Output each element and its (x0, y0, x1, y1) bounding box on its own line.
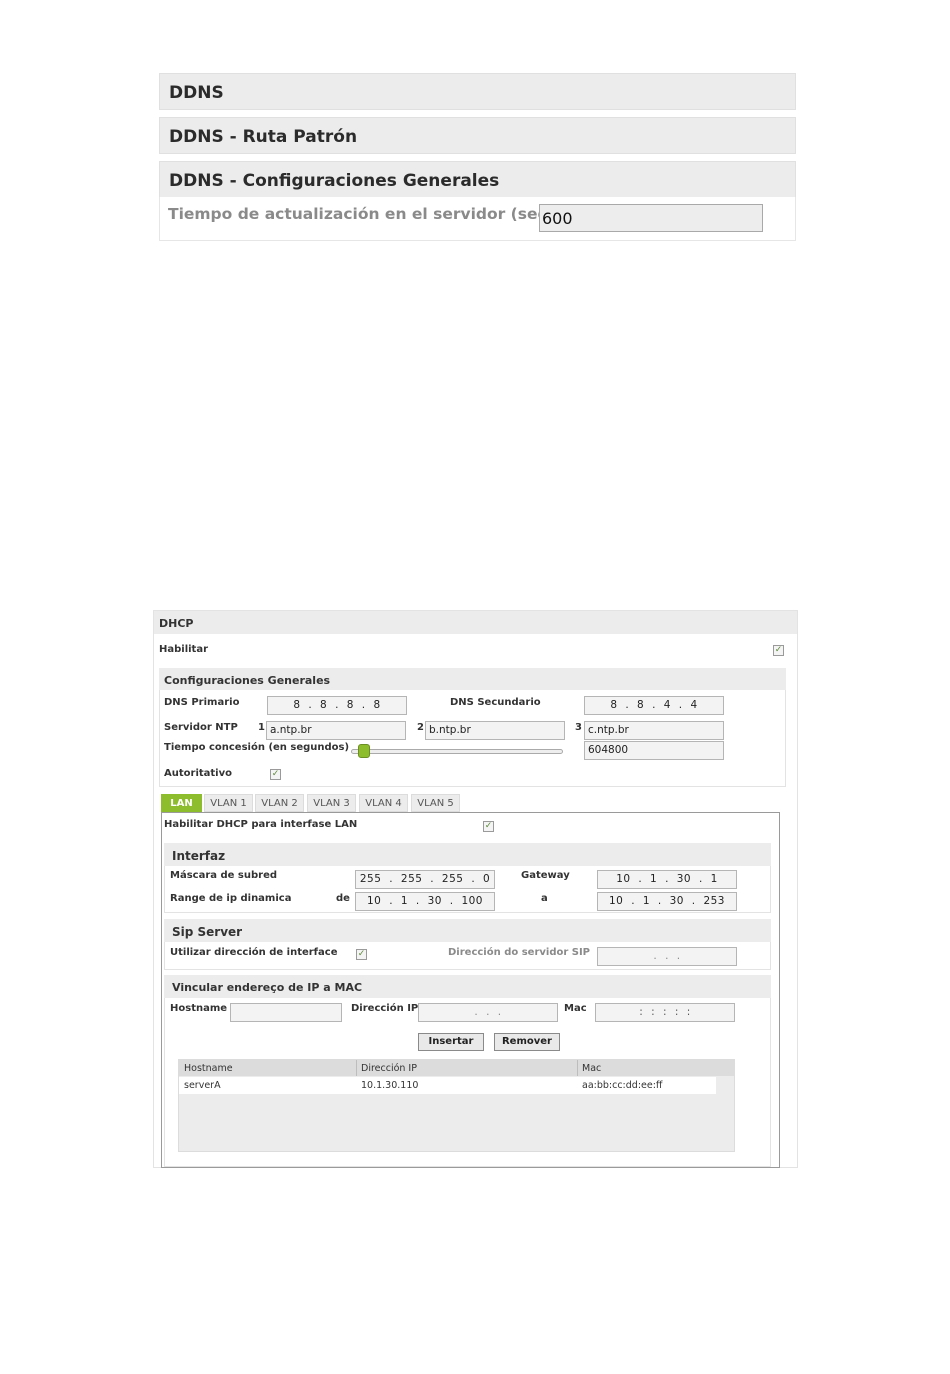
hostname-label: Hostname (170, 1003, 228, 1014)
subnet-mask-label: Máscara de subred (170, 870, 278, 881)
column-divider (356, 1060, 357, 1076)
insert-button[interactable]: Insertar (418, 1033, 484, 1051)
ddns-header[interactable]: DDNS (159, 73, 796, 110)
interface-header: Interfaz (164, 843, 771, 866)
ntp-server-2-input[interactable]: b.ntp.br (425, 721, 565, 740)
dhcp-enable-checkbox[interactable]: ✓ (773, 645, 784, 656)
subnet-mask-input[interactable]: 255 . 255 . 255 . 0 (355, 870, 495, 889)
dns-primary-label: DNS Primario (164, 697, 240, 708)
update-time-label: Tiempo de actualización en el servidor (… (168, 205, 556, 223)
dhcp-header: DHCP (154, 611, 797, 634)
authoritative-checkbox[interactable]: ✓ (270, 769, 281, 780)
sip-server-title: Sip Server (172, 925, 243, 939)
ip-mac-table: Hostname Dirección IP Mac serverA 10.1.3… (178, 1059, 735, 1152)
lan-dhcp-enable-label: Habilitar DHCP para interfase LAN (164, 819, 358, 830)
cell-hostname: serverA (184, 1080, 221, 1091)
interface-title: Interfaz (172, 849, 226, 863)
dns-primary-input[interactable]: 8 . 8 . 8 . 8 (267, 696, 407, 715)
range-from-label: de (336, 893, 350, 904)
dhcp-title: DHCP (159, 617, 194, 630)
dhcp-panel: DHCP Habilitar ✓ Configuraciones General… (153, 610, 798, 1168)
tab-lan[interactable]: LAN (161, 794, 202, 812)
lan-dhcp-enable-checkbox[interactable]: ✓ (483, 821, 494, 832)
table-header: Hostname Dirección IP Mac (179, 1060, 734, 1076)
bind-ip-label: Dirección IP (351, 1003, 419, 1014)
sip-address-input[interactable]: . . . (597, 947, 737, 966)
lease-time-input[interactable]: 604800 (584, 741, 724, 760)
tab-vlan-1[interactable]: VLAN 1 (204, 794, 253, 812)
ip-mac-bind-title: Vincular endereço de IP a MAC (172, 981, 363, 994)
lease-slider-handle[interactable] (358, 744, 370, 758)
dhcp-enable-label: Habilitar (159, 644, 209, 655)
bind-ip-input[interactable]: . . . (418, 1003, 558, 1022)
dns-secondary-label: DNS Secundario (450, 697, 541, 708)
dynamic-range-label: Range de ip dinamica (170, 893, 292, 904)
cell-mac: aa:bb:cc:dd:ee:ff (582, 1080, 663, 1091)
tab-vlan-5[interactable]: VLAN 5 (411, 794, 460, 812)
table-row[interactable]: serverA 10.1.30.110 aa:bb:cc:dd:ee:ff (179, 1077, 716, 1094)
tab-vlan-2[interactable]: VLAN 2 (255, 794, 304, 812)
column-mac[interactable]: Mac (582, 1063, 601, 1074)
dns-secondary-input[interactable]: 8 . 8 . 4 . 4 (584, 696, 724, 715)
ntp-server-3-input[interactable]: c.ntp.br (584, 721, 724, 740)
use-interface-checkbox[interactable]: ✓ (356, 949, 367, 960)
ddns-title: DDNS (169, 83, 224, 103)
authoritative-label: Autoritativo (164, 768, 232, 779)
ntp-label: Servidor NTP (164, 722, 238, 733)
tab-vlan-4[interactable]: VLAN 4 (359, 794, 408, 812)
ntp-index-2: 2 (417, 722, 424, 733)
sip-address-label: Dirección do servidor SIP (448, 947, 591, 958)
hostname-input[interactable] (230, 1003, 342, 1022)
range-to-input[interactable]: 10 . 1 . 30 . 253 (597, 892, 737, 911)
update-time-input[interactable]: 600 (539, 204, 763, 232)
range-to-label: a (541, 893, 548, 904)
mac-label: Mac (564, 1003, 587, 1014)
gateway-input[interactable]: 10 . 1 . 30 . 1 (597, 870, 737, 889)
ddns-config-title: DDNS - Configuraciones Generales (169, 171, 500, 191)
lease-time-label: Tiempo concesión (en segundos) (164, 742, 350, 753)
ntp-index-1: 1 (258, 722, 265, 733)
range-from-input[interactable]: 10 . 1 . 30 . 100 (355, 892, 495, 911)
cell-ip: 10.1.30.110 (361, 1080, 419, 1091)
lease-slider-track[interactable] (351, 749, 563, 754)
column-divider (577, 1060, 578, 1076)
mac-input[interactable]: : : : : : (595, 1003, 735, 1022)
sip-server-header: Sip Server (164, 919, 771, 942)
ddns-config-header[interactable]: DDNS - Configuraciones Generales (159, 161, 796, 198)
lan-tab-panel: Habilitar DHCP para interfase LAN ✓ Inte… (161, 812, 780, 1168)
ddns-ruta-header[interactable]: DDNS - Ruta Patrón (159, 117, 796, 154)
ddns-ruta-title: DDNS - Ruta Patrón (169, 127, 358, 147)
tab-vlan-3[interactable]: VLAN 3 (307, 794, 356, 812)
ntp-index-3: 3 (575, 722, 582, 733)
ntp-server-1-input[interactable]: a.ntp.br (266, 721, 406, 740)
column-ip[interactable]: Dirección IP (361, 1063, 417, 1074)
column-hostname[interactable]: Hostname (184, 1063, 233, 1074)
use-interface-label: Utilizar dirección de interface (170, 947, 338, 958)
ip-mac-bind-header: Vincular endereço de IP a MAC (164, 975, 771, 998)
general-config-header: Configuraciones Generales (159, 668, 786, 690)
general-config-title: Configuraciones Generales (164, 674, 331, 687)
remove-button[interactable]: Remover (494, 1033, 560, 1051)
gateway-label: Gateway (521, 870, 570, 881)
ddns-update-row: Tiempo de actualización en el servidor (… (159, 197, 796, 241)
